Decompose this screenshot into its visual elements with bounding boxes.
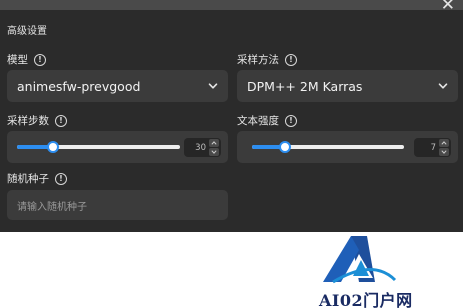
seed-input-placeholder: 请输入随机种子 bbox=[17, 201, 87, 213]
model-select-value: animesfw-prevgood bbox=[17, 78, 141, 94]
info-icon[interactable]: ! bbox=[34, 53, 46, 66]
title-bar bbox=[0, 0, 463, 10]
text-strength-number-input[interactable]: 7 bbox=[414, 138, 451, 157]
chevron-down-icon bbox=[211, 150, 217, 154]
advanced-settings-panel: ✕ 高级设置 模型 ! animesfw-prevgood 采样方法 ! DPM… bbox=[0, 0, 463, 232]
chevron-down-icon bbox=[441, 150, 447, 154]
info-icon[interactable]: ! bbox=[285, 114, 297, 127]
model-select[interactable]: animesfw-prevgood bbox=[7, 70, 228, 102]
seed-label-row: 随机种子 ! bbox=[7, 171, 67, 186]
steps-stepper bbox=[209, 139, 219, 156]
steps-increment-button[interactable] bbox=[209, 139, 219, 147]
steps-slider-track[interactable] bbox=[17, 141, 180, 153]
steps-slider-thumb[interactable] bbox=[46, 141, 59, 153]
text-strength-decrement-button[interactable] bbox=[439, 148, 449, 156]
info-icon[interactable]: ! bbox=[55, 114, 67, 127]
model-label: 模型 bbox=[7, 54, 28, 66]
steps-label: 采样步数 bbox=[7, 115, 49, 127]
text-strength-increment-button[interactable] bbox=[439, 139, 449, 147]
watermark-logo: AI02门户网 bbox=[263, 232, 463, 308]
section-title: 高级设置 bbox=[7, 26, 47, 37]
sampler-select-value: DPM++ 2M Karras bbox=[247, 78, 363, 94]
model-label-row: 模型 ! bbox=[7, 52, 46, 67]
steps-value: 30 bbox=[195, 142, 206, 153]
seed-label: 随机种子 bbox=[7, 173, 49, 185]
text-strength-label: 文本强度 bbox=[237, 115, 279, 127]
logo-icon bbox=[323, 236, 397, 284]
steps-slider-field: 30 bbox=[7, 131, 228, 163]
steps-number-input[interactable]: 30 bbox=[184, 138, 221, 157]
steps-decrement-button[interactable] bbox=[209, 148, 219, 156]
info-icon[interactable]: ! bbox=[285, 53, 297, 66]
sampler-label: 采样方法 bbox=[237, 54, 279, 66]
sampler-label-row: 采样方法 ! bbox=[237, 52, 297, 67]
text-strength-label-row: 文本强度 ! bbox=[237, 113, 297, 128]
chevron-down-icon bbox=[208, 83, 218, 89]
chevron-up-icon bbox=[211, 141, 217, 145]
text-strength-slider-thumb[interactable] bbox=[279, 141, 292, 153]
info-icon[interactable]: ! bbox=[55, 172, 67, 185]
close-icon[interactable]: ✕ bbox=[441, 0, 455, 14]
text-strength-value: 7 bbox=[430, 142, 436, 153]
seed-input[interactable]: 请输入随机种子 bbox=[7, 190, 228, 220]
text-strength-stepper bbox=[439, 139, 449, 156]
text-strength-slider-field: 7 bbox=[237, 131, 458, 163]
text-strength-slider-track[interactable] bbox=[252, 141, 404, 153]
sampler-select[interactable]: DPM++ 2M Karras bbox=[237, 70, 458, 102]
chevron-down-icon bbox=[438, 83, 448, 89]
watermark-text: AI02门户网 bbox=[319, 291, 413, 308]
chevron-up-icon bbox=[441, 141, 447, 145]
steps-label-row: 采样步数 ! bbox=[7, 113, 67, 128]
